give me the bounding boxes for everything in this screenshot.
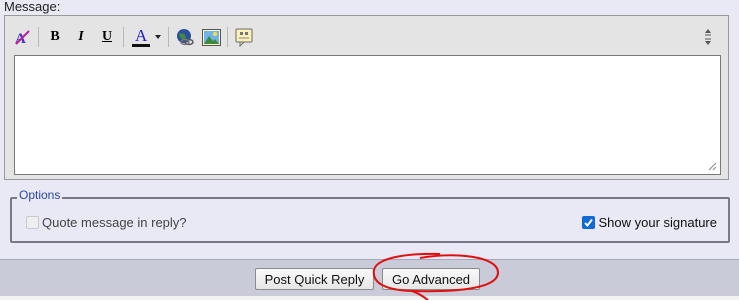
font-color-button[interactable]: A — [129, 26, 163, 48]
italic-button[interactable]: I — [70, 26, 92, 48]
quote-icon — [235, 28, 253, 47]
toolbar-separator — [38, 27, 39, 47]
italic-label: I — [78, 29, 84, 44]
insert-link-icon — [177, 29, 194, 46]
show-signature-option[interactable]: Show your signature — [582, 215, 717, 230]
bold-label: B — [50, 29, 60, 44]
resize-toggle-button[interactable] — [702, 24, 714, 50]
options-legend: Options — [17, 188, 63, 202]
insert-image-button[interactable] — [200, 26, 222, 48]
toolbar-separator — [227, 27, 228, 47]
go-advanced-button[interactable]: Go Advanced — [382, 268, 480, 290]
underline-label: U — [101, 29, 113, 44]
editor-toolbar: A B I U A — [11, 24, 259, 50]
bold-button[interactable]: B — [44, 26, 66, 48]
message-label: Message: — [4, 0, 61, 14]
show-signature-checkbox[interactable] — [582, 216, 596, 229]
toolbar-separator — [123, 27, 124, 47]
chevron-down-icon — [155, 35, 161, 39]
options-fieldset: Options Quote message in reply? Show you… — [10, 188, 730, 243]
remove-format-icon: A — [15, 30, 30, 46]
checkmark-icon — [584, 218, 594, 228]
font-color-label: A — [135, 26, 148, 45]
font-color-swatch — [132, 44, 150, 47]
resize-toggle-icon — [705, 29, 711, 45]
font-color-icon: A — [130, 26, 152, 48]
remove-format-button[interactable]: A — [11, 26, 33, 48]
quote-message-checkbox[interactable] — [26, 216, 39, 229]
insert-image-icon — [201, 28, 221, 46]
resize-grip-icon[interactable] — [707, 161, 717, 171]
quote-message-label: Quote message in reply? — [42, 215, 187, 230]
action-bar: Post Quick Reply Go Advanced — [0, 259, 739, 296]
quote-message-option: Quote message in reply? — [26, 215, 187, 230]
show-signature-label: Show your signature — [598, 215, 717, 230]
quote-button[interactable] — [233, 26, 255, 48]
underline-button[interactable]: U — [96, 26, 118, 48]
message-editor: A B I U A — [4, 15, 729, 180]
page-bottom-strip — [0, 296, 739, 300]
message-textarea[interactable] — [14, 55, 721, 175]
toolbar-separator — [168, 27, 169, 47]
insert-link-button[interactable] — [174, 26, 196, 48]
post-quick-reply-button[interactable]: Post Quick Reply — [255, 268, 374, 290]
